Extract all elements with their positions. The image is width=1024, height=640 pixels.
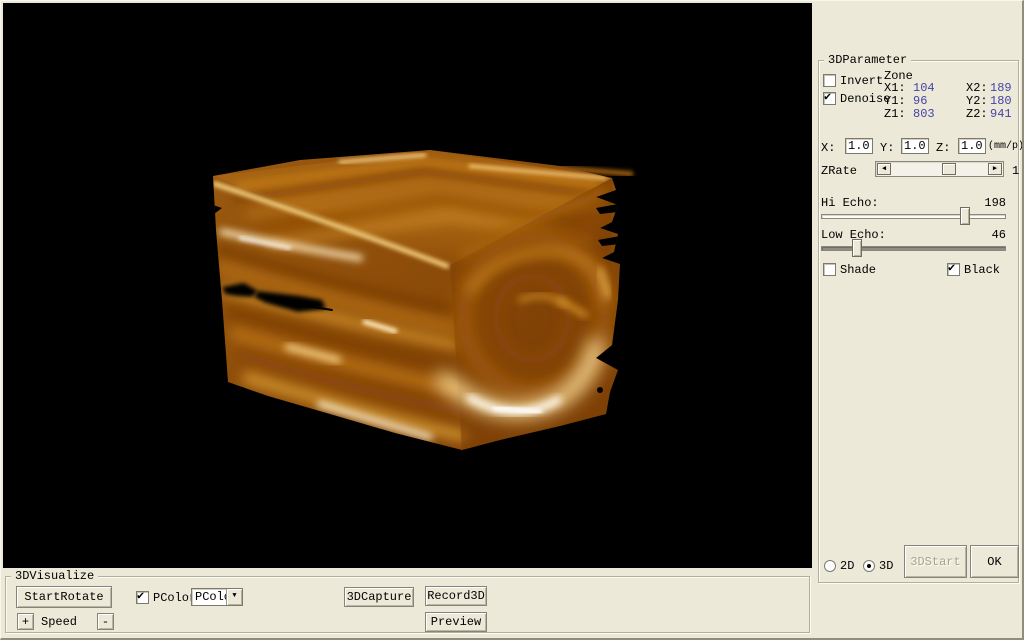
pcolor-dropdown[interactable]: PColor ▼ xyxy=(191,588,243,606)
render-viewport[interactable] xyxy=(3,3,812,568)
zone-y2-label: Y2: xyxy=(966,94,988,108)
mode-3d-radio[interactable] xyxy=(863,560,875,572)
mode-2d-radio[interactable] xyxy=(824,560,836,572)
zone-z2-value: 941 xyxy=(990,107,1012,121)
z-scale-input[interactable] xyxy=(958,138,986,154)
zone-z1-value: 803 xyxy=(913,107,935,121)
pcolor-checkbox[interactable]: ✔ xyxy=(136,591,149,604)
zone-y1-value: 96 xyxy=(913,94,927,108)
zone-y1-label: Y1: xyxy=(884,94,906,108)
shade-label: Shade xyxy=(840,263,876,277)
invert-label: Invert xyxy=(840,74,883,88)
zone-x2-value: 189 xyxy=(990,81,1012,95)
preview-button[interactable]: Preview xyxy=(425,612,487,632)
check-icon: ✔ xyxy=(137,589,144,603)
3dstart-button[interactable]: 3DStart xyxy=(904,545,967,578)
black-checkbox[interactable]: ✔ xyxy=(947,263,960,276)
zone-x1-value: 104 xyxy=(913,81,935,95)
hi-echo-slider[interactable] xyxy=(821,206,1006,226)
zone-x2-label: X2: xyxy=(966,81,988,95)
low-echo-slider[interactable] xyxy=(821,238,1006,258)
shade-checkbox[interactable]: ✔ xyxy=(823,263,836,276)
y-scale-input[interactable] xyxy=(901,138,929,154)
ok-button[interactable]: OK xyxy=(970,545,1019,578)
invert-checkbox[interactable]: ✔ xyxy=(823,74,836,87)
parameter-groupbox-title: 3DParameter xyxy=(824,53,911,67)
zone-z1-label: Z1: xyxy=(884,107,906,121)
zone-z2-label: Z2: xyxy=(966,107,988,121)
check-icon: ✔ xyxy=(824,90,831,104)
low-echo-slider-thumb[interactable] xyxy=(852,239,862,257)
x-scale-label: X: xyxy=(821,141,835,155)
zrate-scrollbar[interactable]: ◀ ▶ xyxy=(875,161,1004,177)
visualize-groupbox-title: 3DVisualize xyxy=(11,569,98,583)
speed-minus-button[interactable]: - xyxy=(97,613,114,630)
z-scale-label: Z: xyxy=(936,141,950,155)
visualize-groupbox: 3DVisualize StartRotate ✔ PColor PColor … xyxy=(5,576,810,633)
zrate-value: 1 xyxy=(1012,164,1019,178)
speed-plus-button[interactable]: + xyxy=(17,613,34,630)
black-label: Black xyxy=(964,263,1000,277)
x-scale-input[interactable] xyxy=(845,138,873,154)
mode-3d-label: 3D xyxy=(879,559,893,573)
ultrasound-volume-rendering xyxy=(3,3,812,568)
mode-2d-label: 2D xyxy=(840,559,854,573)
speed-label: Speed xyxy=(41,615,77,629)
scrollbar-left-arrow-icon[interactable]: ◀ xyxy=(877,163,891,175)
y-scale-label: Y: xyxy=(880,141,894,155)
scrollbar-right-arrow-icon[interactable]: ▶ xyxy=(988,163,1002,175)
denoise-checkbox[interactable]: ✔ xyxy=(823,92,836,105)
denoise-label: Denoise xyxy=(840,92,890,106)
pcolor-label: PColor xyxy=(153,591,196,605)
radio-dot-icon xyxy=(867,564,871,568)
record3d-button[interactable]: Record3D xyxy=(425,586,487,606)
zone-x1-label: X1: xyxy=(884,81,906,95)
zone-y2-value: 180 xyxy=(990,94,1012,108)
zrate-label: ZRate xyxy=(821,164,857,178)
3dcapture-button[interactable]: 3DCapture xyxy=(344,587,414,607)
parameter-groupbox: 3DParameter ✔ Invert ✔ Denoise Zone X1: … xyxy=(818,60,1019,583)
low-echo-slider-track[interactable] xyxy=(821,246,1006,251)
start-rotate-button[interactable]: StartRotate xyxy=(16,586,112,608)
scale-unit-label: (mm/p) xyxy=(988,140,1024,154)
zrate-scrollbar-thumb[interactable] xyxy=(942,163,956,175)
hi-echo-slider-thumb[interactable] xyxy=(960,207,970,225)
check-icon: ✔ xyxy=(948,261,955,275)
hi-echo-slider-track[interactable] xyxy=(821,214,1006,219)
dropdown-arrow-icon[interactable]: ▼ xyxy=(226,589,242,605)
